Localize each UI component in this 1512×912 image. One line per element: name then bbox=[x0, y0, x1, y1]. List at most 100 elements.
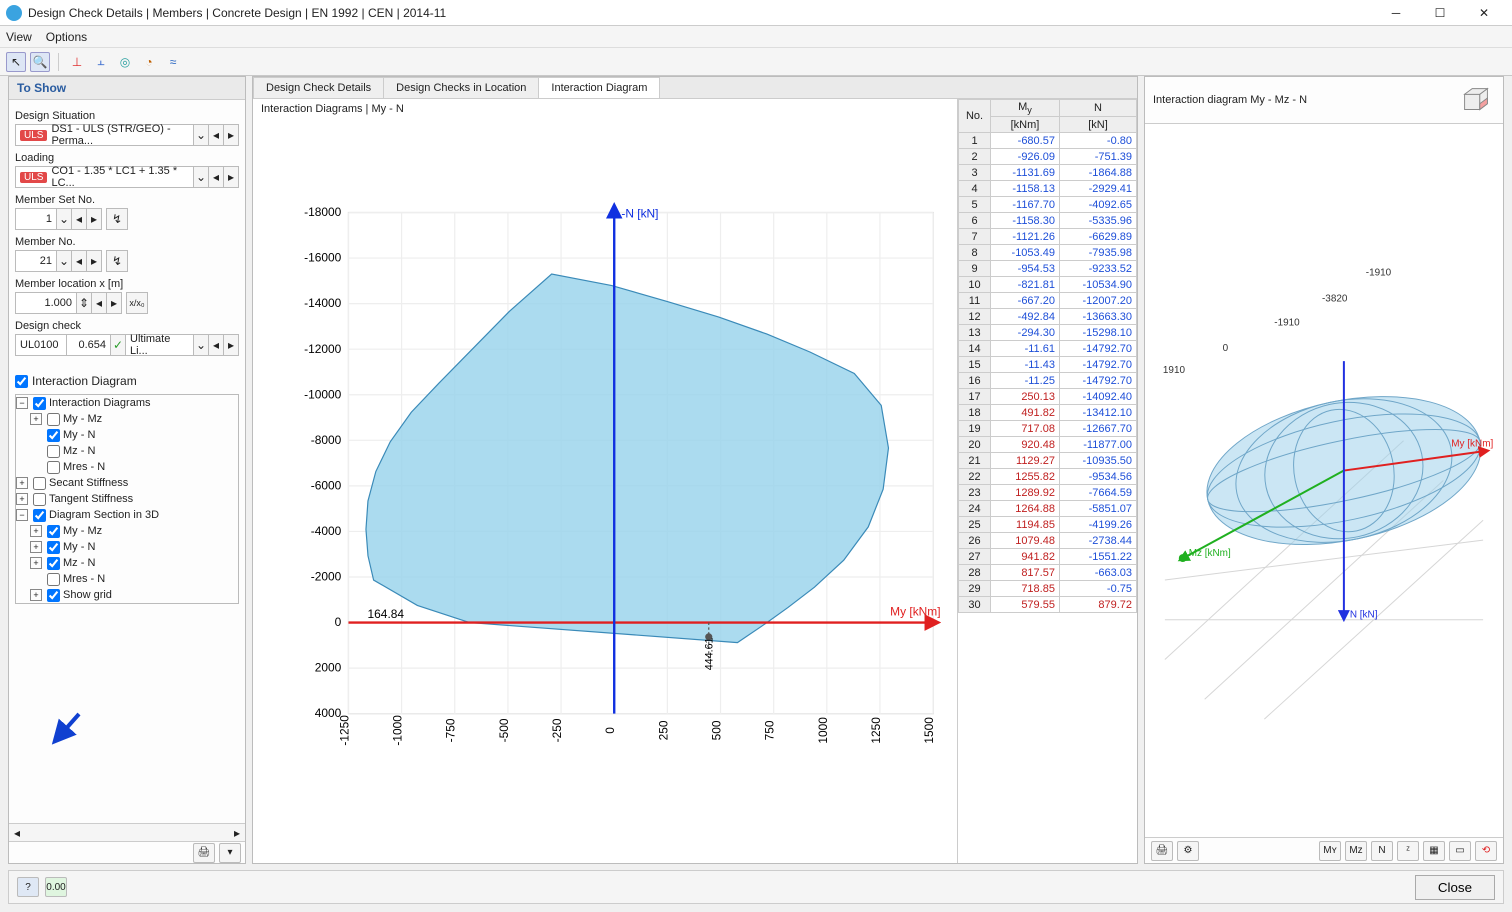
view-cube-icon[interactable] bbox=[1457, 81, 1495, 119]
print-icon[interactable]: 🖨 bbox=[193, 843, 215, 863]
table-row[interactable]: 17250.13-14092.40 bbox=[959, 389, 1137, 405]
table-row[interactable]: 27941.82-1551.22 bbox=[959, 549, 1137, 565]
table-row[interactable]: 3-1131.69-1864.88 bbox=[959, 165, 1137, 181]
diagram-tree[interactable]: −Interaction Diagrams +My - Mz My - N Mz… bbox=[15, 394, 239, 604]
col-n: N bbox=[1059, 100, 1136, 117]
table-row[interactable]: 7-1121.26-6629.89 bbox=[959, 229, 1137, 245]
table-row[interactable]: 19717.08-12667.70 bbox=[959, 421, 1137, 437]
chevron-down-icon[interactable]: ⌄ bbox=[193, 166, 209, 188]
table-row[interactable]: 14-11.61-14792.70 bbox=[959, 341, 1137, 357]
viewport-3d[interactable]: 0 -1910 -3820 -1910 1910 bbox=[1145, 124, 1503, 837]
table-row[interactable]: 1-680.57-0.80 bbox=[959, 133, 1137, 149]
tab-interaction-diagram[interactable]: Interaction Diagram bbox=[538, 77, 660, 98]
chevron-down-icon[interactable]: ⌄ bbox=[193, 334, 209, 356]
help-icon[interactable]: ? bbox=[17, 877, 39, 897]
right-panel-title: Interaction diagram My - Mz - N bbox=[1153, 94, 1307, 106]
member-set-input[interactable]: 1 bbox=[15, 208, 57, 230]
decimals-icon[interactable]: 0.00 bbox=[45, 877, 67, 897]
next-button[interactable]: ▸ bbox=[223, 166, 239, 188]
chevron-down-icon[interactable]: ⌄ bbox=[56, 250, 72, 272]
svg-text:-N [kN]: -N [kN] bbox=[621, 206, 658, 220]
zoom-icon[interactable]: 🔍 bbox=[30, 52, 50, 72]
table-row[interactable]: 28817.57-663.03 bbox=[959, 565, 1137, 581]
prev-button[interactable]: ◂ bbox=[91, 292, 107, 314]
design-check-name[interactable]: Ultimate Li... bbox=[126, 334, 194, 356]
left-scrollbar[interactable]: ◂▸ bbox=[9, 823, 245, 841]
interaction-diagram-checkbox[interactable]: Interaction Diagram bbox=[15, 374, 239, 388]
svg-text:-1000: -1000 bbox=[391, 715, 405, 746]
pick-member-set-icon[interactable]: ↯ bbox=[106, 208, 128, 230]
table-row[interactable]: 12-492.84-13663.30 bbox=[959, 309, 1137, 325]
stepper-icon[interactable]: ⇕ bbox=[76, 292, 92, 314]
window-title: Design Check Details | Members | Concret… bbox=[28, 6, 1374, 20]
box-icon[interactable]: ▭ bbox=[1449, 841, 1471, 861]
pointer-icon[interactable]: ↖ bbox=[6, 52, 26, 72]
table-row[interactable]: 18491.82-13412.10 bbox=[959, 405, 1137, 421]
tool-2-icon[interactable]: ⫠ bbox=[91, 52, 111, 72]
axis-my-icon[interactable]: Mʏ bbox=[1319, 841, 1341, 861]
minimize-button[interactable]: ─ bbox=[1374, 1, 1418, 25]
perspective-icon[interactable]: ▦ bbox=[1423, 841, 1445, 861]
table-row[interactable]: 11-667.20-12007.20 bbox=[959, 293, 1137, 309]
tool-4-icon[interactable]: ◔ bbox=[139, 52, 159, 72]
prev-button[interactable]: ◂ bbox=[71, 208, 87, 230]
chevron-down-icon[interactable]: ⌄ bbox=[193, 124, 209, 146]
next-button[interactable]: ▸ bbox=[86, 208, 102, 230]
table-row[interactable]: 5-1167.70-4092.65 bbox=[959, 197, 1137, 213]
table-row[interactable]: 261079.48-2738.44 bbox=[959, 533, 1137, 549]
menu-options[interactable]: Options bbox=[46, 30, 87, 44]
table-row[interactable]: 241264.88-5851.07 bbox=[959, 501, 1137, 517]
table-row[interactable]: 231289.92-7664.59 bbox=[959, 485, 1137, 501]
close-button[interactable]: Close bbox=[1415, 875, 1495, 900]
next-button[interactable]: ▸ bbox=[223, 334, 239, 356]
prev-button[interactable]: ◂ bbox=[208, 334, 224, 356]
table-row[interactable]: 29718.85-0.75 bbox=[959, 581, 1137, 597]
next-button[interactable]: ▸ bbox=[223, 124, 239, 146]
tool-3-icon[interactable]: ◎ bbox=[115, 52, 135, 72]
table-row[interactable]: 6-1158.30-5335.96 bbox=[959, 213, 1137, 229]
table-row[interactable]: 221255.82-9534.56 bbox=[959, 469, 1137, 485]
chart-area[interactable]: Interaction Diagrams | My - N -1250-1000… bbox=[253, 99, 957, 863]
reset-view-icon[interactable]: ⟲ bbox=[1475, 841, 1497, 861]
view-settings-icon[interactable]: ⚙ bbox=[1177, 841, 1199, 861]
print-dropdown-icon[interactable]: ▾ bbox=[219, 843, 241, 863]
table-row[interactable]: 4-1158.13-2929.41 bbox=[959, 181, 1137, 197]
table-row[interactable]: 8-1053.49-7935.98 bbox=[959, 245, 1137, 261]
axis-n-icon[interactable]: N bbox=[1371, 841, 1393, 861]
table-row[interactable]: 9-954.53-9233.52 bbox=[959, 261, 1137, 277]
loading-select[interactable]: ULS CO1 - 1.35 * LC1 + 1.35 * LC... bbox=[15, 166, 194, 188]
table-row[interactable]: 16-11.25-14792.70 bbox=[959, 373, 1137, 389]
table-row[interactable]: 13-294.30-15298.10 bbox=[959, 325, 1137, 341]
prev-button[interactable]: ◂ bbox=[71, 250, 87, 272]
print-icon[interactable]: 🖨 bbox=[1151, 841, 1173, 861]
prev-button[interactable]: ◂ bbox=[208, 166, 224, 188]
chevron-down-icon[interactable]: ⌄ bbox=[56, 208, 72, 230]
pick-member-icon[interactable]: ↯ bbox=[106, 250, 128, 272]
tab-design-checks-in-location[interactable]: Design Checks in Location bbox=[383, 77, 539, 98]
table-row[interactable]: 10-821.81-10534.90 bbox=[959, 277, 1137, 293]
member-no-input[interactable]: 21 bbox=[15, 250, 57, 272]
table-row[interactable]: 251194.85-4199.26 bbox=[959, 517, 1137, 533]
design-check-code[interactable]: UL0100 bbox=[15, 334, 67, 356]
data-table-scroll[interactable]: No. My N [kNm] [kN] 1-680.57-0.802-926.0… bbox=[957, 99, 1137, 863]
prev-button[interactable]: ◂ bbox=[208, 124, 224, 146]
axis-z-icon[interactable]: ᶻ bbox=[1397, 841, 1419, 861]
next-button[interactable]: ▸ bbox=[106, 292, 122, 314]
close-window-button[interactable]: ✕ bbox=[1462, 1, 1506, 25]
tab-design-check-details[interactable]: Design Check Details bbox=[253, 77, 384, 98]
axis-mz-icon[interactable]: Mᴢ bbox=[1345, 841, 1367, 861]
tool-5-icon[interactable]: ≈ bbox=[163, 52, 183, 72]
maximize-button[interactable]: ☐ bbox=[1418, 1, 1462, 25]
design-situation-select[interactable]: ULS DS1 - ULS (STR/GEO) - Perma... bbox=[15, 124, 194, 146]
svg-text:N [kN]: N [kN] bbox=[1350, 610, 1378, 621]
next-button[interactable]: ▸ bbox=[86, 250, 102, 272]
table-row[interactable]: 2-926.09-751.39 bbox=[959, 149, 1137, 165]
table-row[interactable]: 20920.48-11877.00 bbox=[959, 437, 1137, 453]
tool-1-icon[interactable]: ⊥ bbox=[67, 52, 87, 72]
x-over-x0-icon[interactable]: x/x₀ bbox=[126, 292, 148, 314]
table-row[interactable]: 30579.55879.72 bbox=[959, 597, 1137, 613]
table-row[interactable]: 15-11.43-14792.70 bbox=[959, 357, 1137, 373]
table-row[interactable]: 211129.27-10935.50 bbox=[959, 453, 1137, 469]
menu-view[interactable]: View bbox=[6, 30, 32, 44]
member-loc-input[interactable]: 1.000 bbox=[15, 292, 77, 314]
